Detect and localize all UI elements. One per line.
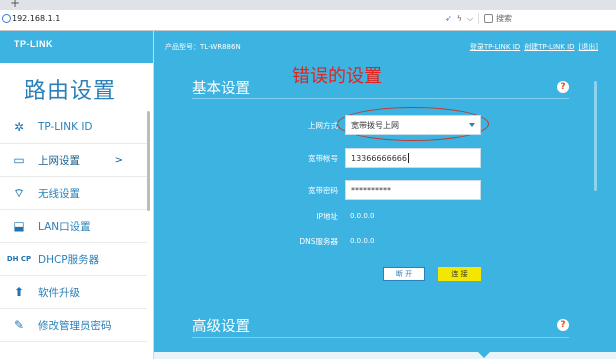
tplink-logo: TP-LINK <box>14 39 53 49</box>
sidebar-item-wireless[interactable]: ⌔ 无线设置 <box>0 177 147 210</box>
sidebar: TP-LINK 路由设置 ✲ TP-LINK ID ▭ 上网设置 > ⌔ 无线设… <box>0 31 154 359</box>
wifi-icon: ⌔ <box>13 185 25 200</box>
error-annotation: 错误的设置 <box>292 66 382 87</box>
sidebar-item-label: LAN口设置 <box>38 220 91 233</box>
account-label: 宽带帐号 <box>308 154 338 163</box>
logout-link[interactable]: [退出] <box>579 42 598 52</box>
dns-value: 0.0.0.0 <box>350 237 375 245</box>
account-value: 13366666666 <box>351 153 407 163</box>
sidebar-item-upgrade[interactable]: ⬆ 软件升级 <box>0 276 147 309</box>
lan-icon: ⬓ <box>13 219 25 233</box>
sidebar-item-admin-password[interactable]: ✎ 修改管理员密码 <box>0 309 147 342</box>
login-tplink-id-link[interactable]: 登录TP-LINK ID <box>470 42 520 52</box>
top-bar: 产品型号：TL-WR886N 登录TP-LINK ID 创建TP-LINK ID… <box>154 31 616 63</box>
browser-tabstrip: + <box>0 0 616 10</box>
sidebar-item-lan[interactable]: ⬓ LAN口设置 <box>0 210 147 243</box>
divider <box>192 98 569 99</box>
sidebar-scrollbar[interactable] <box>147 111 150 211</box>
sidebar-item-label: 无线设置 <box>38 187 80 200</box>
ip-label: IP地址 <box>316 212 338 221</box>
upload-icon: ⬆ <box>13 285 25 299</box>
address-url[interactable]: 192.168.1.1 <box>12 14 60 23</box>
sidebar-item-tplink-id[interactable]: ✲ TP-LINK ID <box>0 111 147 144</box>
sidebar-header: TP-LINK <box>0 31 153 63</box>
address-bar[interactable]: 192.168.1.1 ➶ ϟ ⌵ 搜索 <box>0 10 616 31</box>
account-links: 登录TP-LINK ID 创建TP-LINK ID [退出] <box>470 42 598 52</box>
sidebar-menu: ✲ TP-LINK ID ▭ 上网设置 > ⌔ 无线设置 ⬓ LAN口设置 DH… <box>0 111 147 342</box>
sidebar-item-label: DHCP服务器 <box>38 253 100 266</box>
help-icon[interactable]: ? <box>557 319 569 331</box>
chevron-right-icon: > <box>114 154 123 166</box>
create-tplink-id-link[interactable]: 创建TP-LINK ID <box>524 42 574 52</box>
router-page: TP-LINK 路由设置 ✲ TP-LINK ID ▭ 上网设置 > ⌔ 无线设… <box>0 31 616 359</box>
account-input[interactable]: 13366666666 <box>345 148 481 168</box>
rocket-icon[interactable]: ➶ <box>445 14 452 23</box>
lightning-icon[interactable]: ϟ <box>457 14 462 23</box>
main-scrollbar[interactable] <box>594 81 597 191</box>
disconnect-button[interactable]: 断 开 <box>383 267 425 281</box>
conn-type-select[interactable]: 宽带拨号上网 <box>345 115 481 135</box>
chevron-down-icon <box>469 123 475 127</box>
divider <box>192 337 569 338</box>
search-placeholder: 搜索 <box>496 14 513 23</box>
basic-settings-title: 基本设置 <box>192 81 250 97</box>
conn-type-label: 上网方式 <box>308 121 338 130</box>
dhcp-icon: DH CP <box>6 254 32 263</box>
help-icon[interactable]: ? <box>557 81 569 93</box>
sidebar-item-internet[interactable]: ▭ 上网设置 > <box>0 144 147 177</box>
sidebar-item-label: 软件升级 <box>38 286 80 299</box>
browser-search-box[interactable]: 搜索 <box>478 13 596 24</box>
product-model: 产品型号：TL-WR886N <box>165 43 241 51</box>
password-label: 宽带密码 <box>308 186 338 195</box>
monitor-icon: ▭ <box>13 153 25 167</box>
pencil-icon: ✎ <box>13 318 25 332</box>
site-info-icon[interactable] <box>2 14 11 23</box>
sidebar-item-label: TP-LINK ID <box>38 121 93 133</box>
password-input[interactable]: ********** <box>345 180 481 200</box>
sidebar-item-label: 修改管理员密码 <box>38 319 112 332</box>
conn-type-value: 宽带拨号上网 <box>351 120 399 130</box>
password-value: ********** <box>351 185 391 195</box>
connect-button[interactable]: 连 接 <box>438 267 481 281</box>
sidebar-item-label: 上网设置 <box>38 154 80 167</box>
sidebar-item-dhcp[interactable]: DH CP DHCP服务器 <box>0 243 147 276</box>
search-engine-icon <box>484 14 494 23</box>
chevron-down-icon[interactable]: ⌵ <box>467 14 473 24</box>
sidebar-title: 路由设置 <box>24 79 117 104</box>
address-actions: ➶ ϟ ⌵ 搜索 <box>445 13 596 24</box>
text-cursor <box>408 153 409 163</box>
gear-icon: ✲ <box>13 120 25 134</box>
advanced-settings-title: 高级设置 <box>192 319 250 335</box>
ip-value: 0.0.0.0 <box>350 212 375 220</box>
dns-label: DNS服务器 <box>299 237 338 246</box>
new-tab-button[interactable]: + <box>10 0 20 10</box>
bottom-notch <box>478 352 490 358</box>
bottom-strip <box>154 352 616 359</box>
